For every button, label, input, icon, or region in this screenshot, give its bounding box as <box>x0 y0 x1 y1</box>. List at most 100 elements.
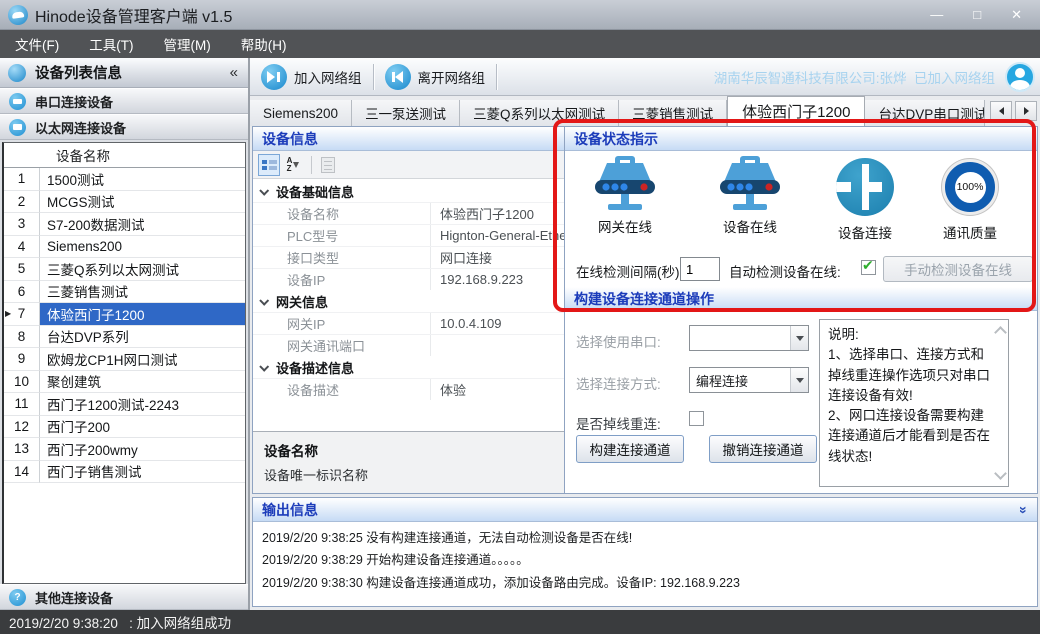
property-row[interactable]: 设备描述体验 <box>253 378 564 400</box>
property-row[interactable]: 接口类型网口连接 <box>253 246 564 268</box>
manual-detect-button[interactable]: 手动检测设备在线 <box>883 256 1033 282</box>
device-info-header: 设备信息 <box>253 127 564 151</box>
row-number: 13 <box>4 438 40 461</box>
tab-siemens200[interactable]: Siemens200 <box>250 100 352 126</box>
tab-sany-pump-test[interactable]: 三一泵送测试 <box>352 100 460 126</box>
property-pages-button[interactable] <box>317 154 339 176</box>
table-row[interactable]: 6三菱销售测试 <box>4 281 245 304</box>
section-other-devices[interactable]: ? 其他连接设备 <box>0 584 248 610</box>
menu-manage[interactable]: 管理(M) <box>149 30 226 58</box>
device-info-panel: 设备信息 AZ 设备基础信息 设备名称体验西门子1200 PL <box>252 126 565 494</box>
table-row[interactable]: 11500测试 <box>4 168 245 191</box>
quality-value: 100% <box>957 181 984 193</box>
build-channel-button[interactable]: 构建连接通道 <box>576 435 684 463</box>
tab-siemens1200-active[interactable]: 体验西门子1200 <box>727 96 865 126</box>
interval-input[interactable] <box>680 257 720 281</box>
table-row[interactable]: 12西门子200 <box>4 416 245 439</box>
table-row[interactable]: 4Siemens200 <box>4 236 245 259</box>
row-number: 10 <box>4 371 40 394</box>
property-row[interactable]: PLC型号Hignton-General-Ethern <box>253 224 564 246</box>
table-row[interactable]: 10聚创建筑 <box>4 371 245 394</box>
chevron-down-icon <box>796 336 804 341</box>
menu-file[interactable]: 文件(F) <box>0 30 74 58</box>
device-name-column-header: 设备名称 <box>56 145 110 165</box>
table-row[interactable]: 11西门子1200测试-2243 <box>4 393 245 416</box>
device-online-label: 设备在线 <box>723 216 777 236</box>
reconnect-label: 是否掉线重连: <box>576 413 661 433</box>
device-name-cell: 西门子200 <box>40 416 245 439</box>
scroll-down-icon[interactable] <box>994 467 1007 480</box>
tab-mitsubishi-sales-test[interactable]: 三菱销售测试 <box>619 100 727 126</box>
leave-network-button[interactable]: 离开网络组 <box>374 58 497 95</box>
gateway-online-label: 网关在线 <box>598 216 652 236</box>
device-online-indicator: 设备在线 <box>695 155 805 236</box>
device-name-cell: 西门子销售测试 <box>40 461 245 484</box>
title-bar: Hinode设备管理客户端 v1.5 — □ ✕ <box>0 0 1040 30</box>
close-button[interactable]: ✕ <box>1011 8 1022 21</box>
auto-detect-checkbox[interactable]: ✔ <box>861 260 876 275</box>
dropdown-button[interactable] <box>790 368 808 392</box>
scroll-up-icon[interactable] <box>994 326 1007 339</box>
device-status-header: 设备状态指示 <box>565 127 1037 151</box>
collapse-category-icon <box>259 185 269 195</box>
connection-mode-label: 选择连接方式: <box>576 373 661 393</box>
category-device-description-info[interactable]: 设备描述信息 <box>253 356 564 378</box>
table-row[interactable]: 3S7-200数据测试 <box>4 213 245 236</box>
reconnect-checkbox[interactable] <box>689 411 704 426</box>
output-collapse-icon[interactable]: » <box>1017 506 1031 514</box>
network-toolbar: 加入网络组 离开网络组 湖南华辰智通科技有限公司:张烨 已加入网络组 <box>250 58 1040 96</box>
table-row[interactable]: 14西门子销售测试 <box>4 461 245 484</box>
online-detect-row: 在线检测间隔(秒): 自动检测设备在线: ✔ 手动检测设备在线 <box>565 255 1037 283</box>
category-device-basic-info[interactable]: 设备基础信息 <box>253 180 564 202</box>
table-row[interactable]: 2MCGS测试 <box>4 191 245 214</box>
menu-tools[interactable]: 工具(T) <box>74 30 148 58</box>
serial-port-label: 选择使用串口: <box>576 331 661 351</box>
join-network-button[interactable]: 加入网络组 <box>250 58 373 95</box>
chevron-down-icon <box>796 378 804 383</box>
minimize-button[interactable]: — <box>930 8 943 21</box>
property-row[interactable]: 网关通讯端口 <box>253 334 564 356</box>
menu-help[interactable]: 帮助(H) <box>226 30 302 58</box>
device-tab-bar: Siemens200 三一泵送测试 三菱Q系列以太网测试 三菱销售测试 体验西门… <box>250 96 1040 126</box>
categorized-view-button[interactable] <box>258 154 280 176</box>
dropdown-button[interactable] <box>790 326 808 350</box>
connection-mode-value: 编程连接 <box>690 368 790 392</box>
section-serial-devices[interactable]: 串口连接设备 <box>0 88 248 114</box>
connection-mode-select[interactable]: 编程连接 <box>689 367 809 393</box>
maximize-button[interactable]: □ <box>973 8 981 21</box>
tab-delta-dvp-serial-test[interactable]: 台达DVP串口测试 <box>865 100 985 126</box>
tab-scroll-left-button[interactable] <box>990 101 1012 121</box>
table-row[interactable]: 9欧姆龙CP1H网口测试 <box>4 348 245 371</box>
ethernet-device-icon <box>9 119 26 136</box>
channel-panel-title: 构建设备连接通道操作 <box>574 289 714 309</box>
category-gateway-info[interactable]: 网关信息 <box>253 290 564 312</box>
scroll-left-icon <box>999 107 1004 115</box>
toolbar-separator <box>311 156 312 174</box>
sort-alphabetical-button[interactable]: AZ <box>282 154 304 176</box>
sidebar-collapse-button[interactable]: « <box>228 65 240 80</box>
serial-port-select[interactable] <box>689 325 809 351</box>
table-row[interactable]: 13西门子200wmy <box>4 438 245 461</box>
table-row[interactable]: 8台达DVP系列 <box>4 326 245 349</box>
collapse-category-icon <box>259 361 269 371</box>
section-ethernet-devices[interactable]: 以太网连接设备 <box>0 114 248 140</box>
categorized-icon <box>262 160 277 170</box>
row-number: 1 <box>4 168 40 191</box>
table-row-selected[interactable]: ▶ 7 体验西门子1200 <box>4 303 245 326</box>
property-row[interactable]: 设备IP192.168.9.223 <box>253 268 564 290</box>
router-icon <box>592 155 658 213</box>
property-grid: 设备基础信息 设备名称体验西门子1200 PLC型号Hignton-Genera… <box>253 180 564 400</box>
property-row[interactable]: 设备名称体验西门子1200 <box>253 202 564 224</box>
output-message: 2019/2/20 9:38:29 开始构建设备连接通道。。。。。 <box>262 549 1028 571</box>
tab-scroll-right-button[interactable] <box>1015 101 1037 121</box>
note-line: 说明: <box>828 325 992 345</box>
device-name-cell: 台达DVP系列 <box>40 326 245 349</box>
tab-mitsubishi-q-ethernet-test[interactable]: 三菱Q系列以太网测试 <box>460 100 619 126</box>
note-line: 2、网口连接设备需要构建连接通道后才能看到是否在线状态! <box>828 406 992 467</box>
user-avatar-icon <box>1005 62 1035 92</box>
revoke-channel-button[interactable]: 撤销连接通道 <box>709 435 817 463</box>
table-row[interactable]: 5三菱Q系列以太网测试 <box>4 258 245 281</box>
property-row[interactable]: 网关IP10.0.4.109 <box>253 312 564 334</box>
leave-network-icon <box>385 64 411 90</box>
toolbar-separator <box>496 64 497 90</box>
